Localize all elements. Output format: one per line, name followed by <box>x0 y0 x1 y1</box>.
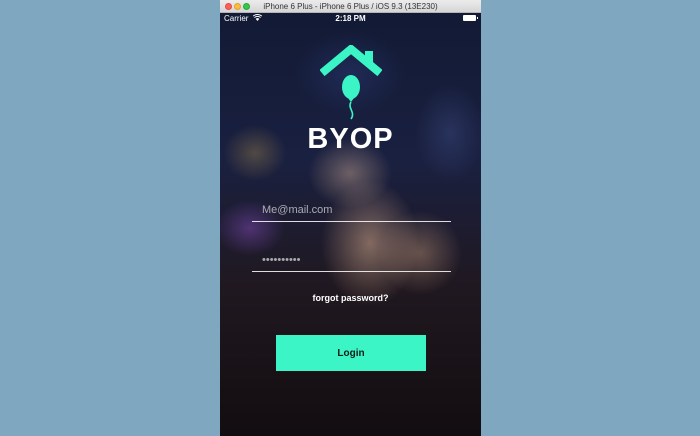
email-input[interactable] <box>262 199 447 221</box>
simulator-window: iPhone 6 Plus - iPhone 6 Plus / iOS 9.3 … <box>220 0 481 436</box>
login-button[interactable]: Login <box>276 335 426 371</box>
app-title: BYOP <box>307 123 394 155</box>
password-underline <box>252 271 451 272</box>
window-titlebar: iPhone 6 Plus - iPhone 6 Plus / iOS 9.3 … <box>220 0 481 13</box>
status-bar: Carrier 2:18 PM <box>220 13 481 25</box>
window-title: iPhone 6 Plus - iPhone 6 Plus / iOS 9.3 … <box>263 2 438 11</box>
status-time: 2:18 PM <box>335 14 366 23</box>
house-balloon-icon <box>320 45 382 120</box>
password-input[interactable] <box>262 249 447 271</box>
login-screen: Carrier 2:18 PM BYOP forgot passwor <box>220 13 481 436</box>
battery-icon <box>463 15 478 21</box>
forgot-password-link[interactable]: forgot password? <box>220 293 481 303</box>
email-underline <box>252 221 451 222</box>
password-field <box>252 249 451 272</box>
email-field <box>252 199 451 222</box>
